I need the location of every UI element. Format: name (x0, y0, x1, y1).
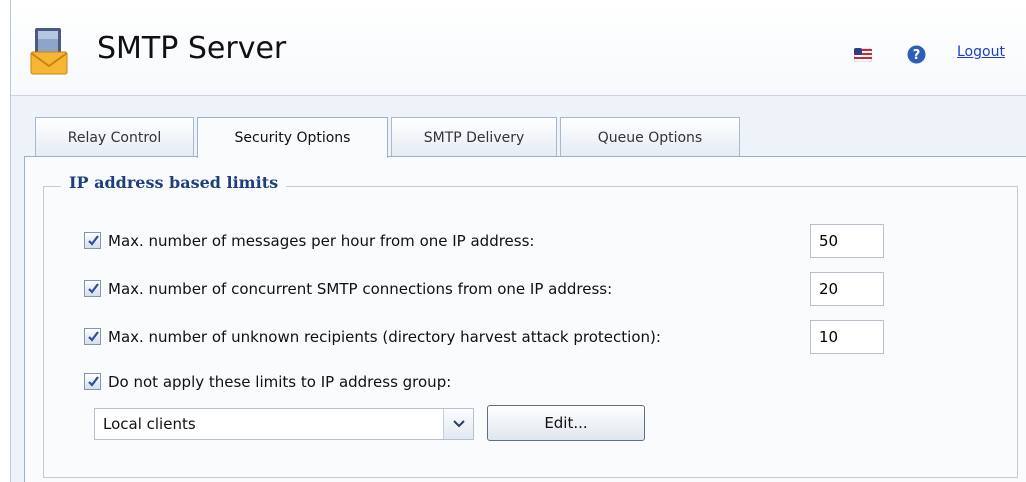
messages-per-hour-label: Max. number of messages per hour from on… (108, 232, 535, 250)
unknown-recipients-label: Max. number of unknown recipients (direc… (108, 328, 661, 346)
edit-button[interactable]: Edit... (487, 405, 645, 441)
tab-relay-control[interactable]: Relay Control (35, 117, 194, 157)
fieldset-legend: IP address based limits (61, 173, 287, 192)
tab-security-options[interactable]: Security Options (197, 117, 388, 158)
concurrent-connections-input[interactable] (810, 272, 884, 306)
chevron-down-icon[interactable] (443, 409, 473, 439)
tab-smtp-delivery[interactable]: SMTP Delivery (391, 117, 557, 157)
unknown-recipients-checkbox[interactable] (84, 328, 101, 345)
svg-text:?: ? (913, 48, 921, 63)
concurrent-connections-label: Max. number of concurrent SMTP connectio… (108, 280, 613, 298)
page-title: SMTP Server (97, 31, 287, 66)
tab-queue-options[interactable]: Queue Options (560, 117, 740, 157)
help-icon[interactable]: ? (907, 45, 926, 64)
ip-group-select[interactable]: Local clients (94, 408, 474, 440)
header-bar: SMTP Server ? Logout (11, 0, 1026, 96)
messages-per-hour-input[interactable] (810, 224, 884, 258)
unknown-recipients-input[interactable] (810, 320, 884, 354)
messages-per-hour-checkbox[interactable] (84, 232, 101, 249)
mail-server-icon (27, 26, 71, 76)
logout-link[interactable]: Logout (957, 44, 1005, 60)
exclude-group-checkbox[interactable] (84, 373, 101, 390)
concurrent-connections-checkbox[interactable] (84, 280, 101, 297)
tab-panel: IP address based limits Max. number of m… (24, 156, 1026, 482)
ip-group-select-value: Local clients (103, 415, 196, 433)
us-flag-icon[interactable] (853, 47, 873, 63)
app-window: SMTP Server ? Logout Relay Control Secur… (10, 0, 1026, 482)
exclude-group-label: Do not apply these limits to IP address … (108, 373, 452, 391)
